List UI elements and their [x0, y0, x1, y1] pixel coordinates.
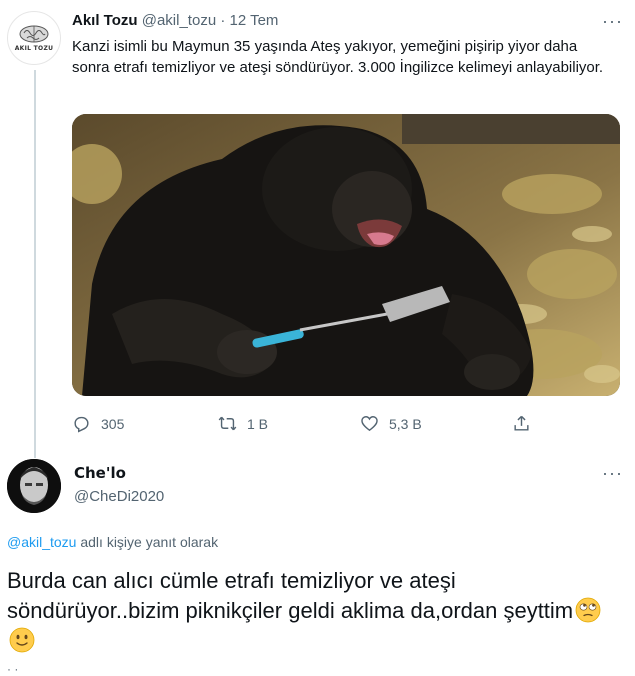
chimp-photo-image — [72, 114, 620, 396]
reply-action[interactable]: 305 — [72, 414, 124, 433]
more-options-icon[interactable]: ··· — [602, 12, 623, 30]
heart-icon — [361, 416, 378, 432]
retweet-icon — [218, 416, 237, 431]
avatar-logo-text: AKIL TOZU — [14, 44, 54, 52]
tweet-header: Akıl Tozu @akil_tozu · 12 Tem — [72, 12, 278, 29]
reply-to-suffix: adlı kişiye yanıt olarak — [76, 534, 219, 550]
reply-author-handle[interactable]: @CheDi2020 — [74, 488, 164, 505]
reply-icon — [74, 416, 89, 433]
reply-more-options-icon[interactable]: ··· — [602, 464, 623, 482]
truncated-indicator: · · — [7, 662, 19, 676]
author-handle[interactable]: @akil_tozu — [142, 12, 216, 29]
avatar[interactable]: AKIL TOZU — [7, 11, 61, 65]
reply-author-name[interactable]: Che'lo — [74, 464, 126, 482]
reply-avatar[interactable] — [7, 459, 61, 513]
reply-to-line: @akil_tozu adlı kişiye yanıt olarak — [7, 534, 218, 550]
share-icon — [514, 415, 529, 431]
slightly-smiling-face-icon — [9, 627, 35, 653]
thread-line — [34, 70, 36, 458]
like-count: 5,3 B — [389, 415, 422, 432]
reply-text-block: Burda can alıcı cümle etrafı temizliyor … — [7, 566, 627, 656]
share-action[interactable] — [512, 414, 531, 433]
reply-text: Burda can alıcı cümle etrafı temizliyor … — [7, 568, 574, 623]
retweet-action[interactable]: 1 B — [218, 414, 268, 433]
face-with-rolling-eyes-icon — [575, 597, 601, 623]
like-action[interactable]: 5,3 B — [360, 414, 422, 433]
profile-photo-image — [7, 459, 61, 513]
author-name[interactable]: Akıl Tozu — [72, 12, 138, 29]
reply-count: 305 — [101, 415, 125, 432]
tweet-text: Kanzi isimli bu Maymun 35 yaşında Ateş y… — [72, 38, 604, 76]
reply-to-mention[interactable]: @akil_tozu — [7, 534, 76, 550]
brain-logo-icon — [19, 25, 49, 42]
tweet-photo[interactable] — [72, 114, 620, 396]
retweet-count: 1 B — [247, 415, 269, 432]
tweet-date[interactable]: · 12 Tem — [220, 12, 278, 29]
